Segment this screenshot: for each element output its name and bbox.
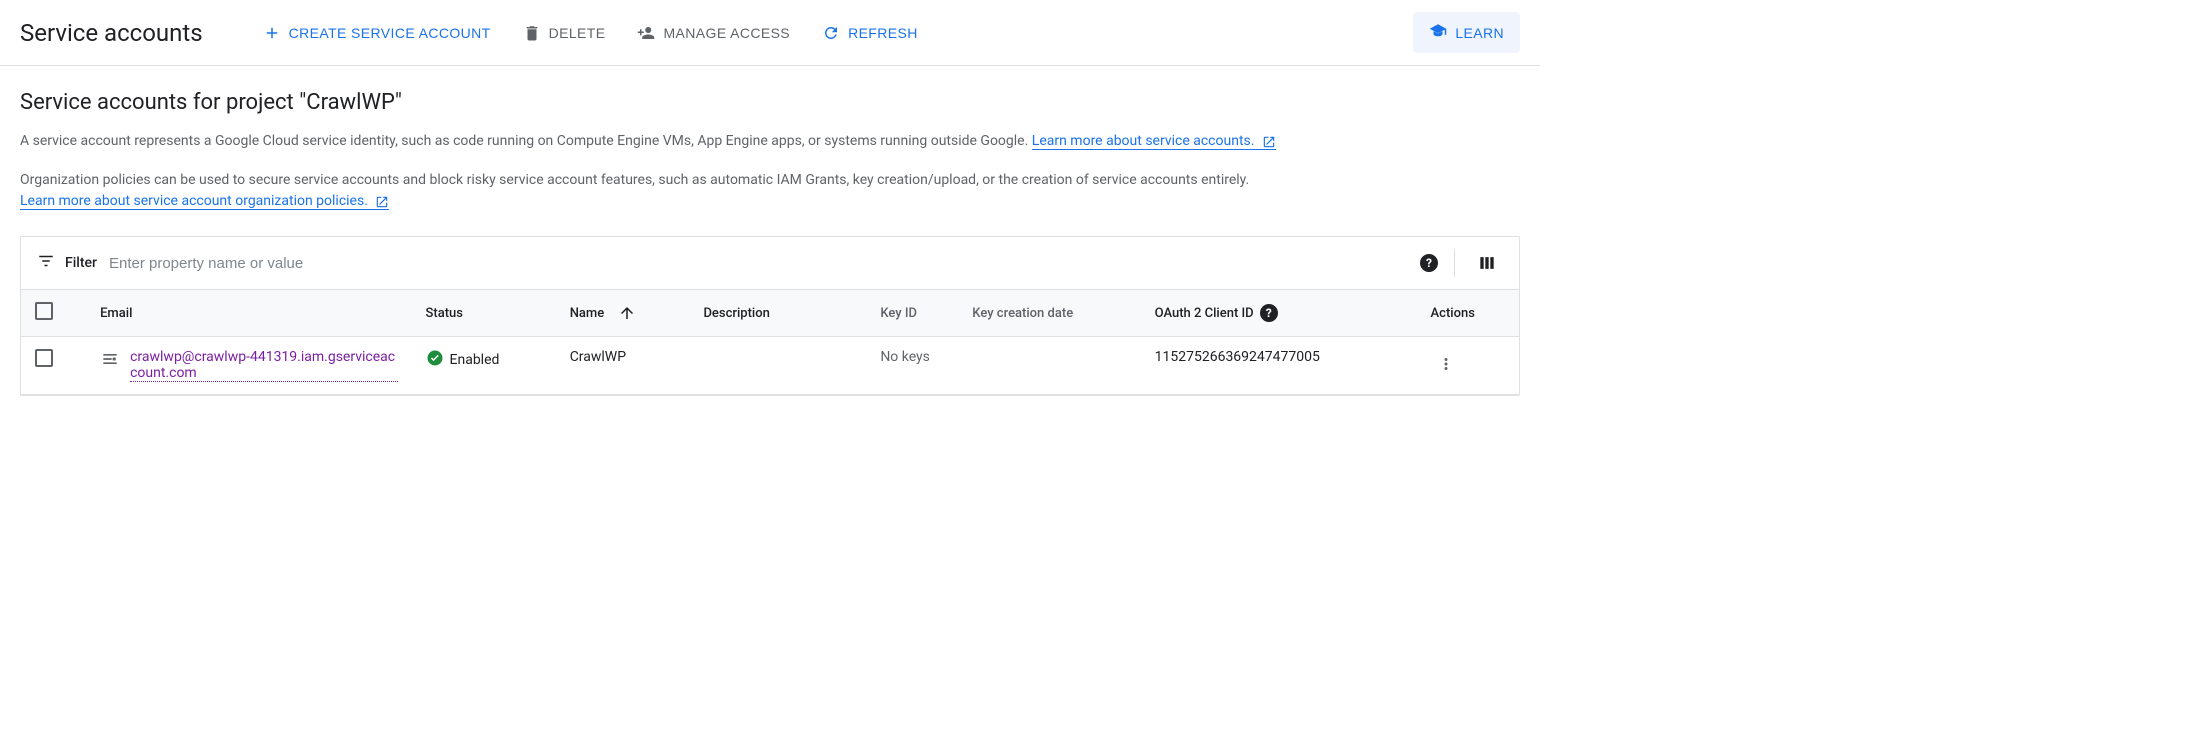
table-header-row: Email Status Name Description Key ID Key… <box>21 290 1519 337</box>
header-email[interactable]: Email <box>86 290 411 337</box>
learn-more-service-accounts-link[interactable]: Learn more about service accounts. <box>1032 133 1276 150</box>
row-description-cell <box>689 337 866 395</box>
manage-label: MANAGE ACCESS <box>663 25 790 41</box>
refresh-button[interactable]: REFRESH <box>810 16 930 50</box>
row-status-cell: Enabled <box>412 337 556 395</box>
header-oauth[interactable]: OAuth 2 Client ID ? <box>1141 290 1417 337</box>
row-keydate-cell <box>958 337 1140 395</box>
header-actions: Actions <box>1417 290 1519 337</box>
select-all-checkbox[interactable] <box>35 302 53 320</box>
header-name[interactable]: Name <box>556 290 690 337</box>
service-account-email-link[interactable]: crawlwp@crawlwp-441319.iam.gserviceaccou… <box>130 349 397 382</box>
description-2: Organization policies can be used to sec… <box>20 170 1500 212</box>
create-service-account-button[interactable]: CREATE SERVICE ACCOUNT <box>251 16 503 50</box>
row-actions-cell <box>1417 337 1519 395</box>
service-accounts-table: Email Status Name Description Key ID Key… <box>21 289 1519 395</box>
create-label: CREATE SERVICE ACCOUNT <box>289 25 491 41</box>
help-icon[interactable]: ? <box>1260 304 1278 322</box>
filter-bar: Filter ? <box>21 237 1519 289</box>
header-description[interactable]: Description <box>689 290 866 337</box>
page-title: Service accounts <box>20 19 203 47</box>
table-container: Filter ? Email Status <box>20 236 1520 396</box>
check-circle-icon <box>426 349 444 371</box>
person-add-icon <box>637 24 655 42</box>
header-checkbox-col <box>21 290 86 337</box>
row-checkbox[interactable] <box>35 349 53 367</box>
delete-label: DELETE <box>549 25 606 41</box>
status-text: Enabled <box>450 352 500 368</box>
filter-label: Filter <box>37 252 97 274</box>
desc1-text: A service account represents a Google Cl… <box>20 133 1032 149</box>
external-link-icon <box>375 195 389 209</box>
graduation-cap-icon <box>1429 22 1447 43</box>
description-1: A service account represents a Google Cl… <box>20 131 1500 152</box>
learn-label: LEARN <box>1455 25 1504 41</box>
row-checkbox-cell <box>21 337 86 395</box>
filter-actions: ? <box>1420 247 1503 279</box>
filter-input[interactable] <box>109 251 1408 276</box>
refresh-icon <box>822 24 840 42</box>
filter-icon <box>37 252 55 274</box>
header-status[interactable]: Status <box>412 290 556 337</box>
content-area: Service accounts for project "CrawlWP" A… <box>0 66 1540 420</box>
header-keydate[interactable]: Key creation date <box>958 290 1140 337</box>
toolbar-header: Service accounts CREATE SERVICE ACCOUNT … <box>0 0 1540 66</box>
desc2-text: Organization policies can be used to sec… <box>20 172 1249 188</box>
row-email-cell: crawlwp@crawlwp-441319.iam.gserviceaccou… <box>86 337 411 395</box>
learn-more-org-policies-link[interactable]: Learn more about service account organiz… <box>20 193 389 210</box>
delete-button[interactable]: DELETE <box>511 16 618 50</box>
row-oauth-cell: 115275266369247477005 <box>1141 337 1417 395</box>
sort-ascending-icon <box>618 304 636 322</box>
column-display-button[interactable] <box>1471 247 1503 279</box>
external-link-icon <box>1262 135 1276 149</box>
header-oauth-text: OAuth 2 Client ID <box>1155 306 1254 321</box>
header-name-text: Name <box>570 306 605 321</box>
link2-text: Learn more about service account organiz… <box>20 193 368 209</box>
trash-icon <box>523 24 541 42</box>
row-keyid-cell: No keys <box>866 337 958 395</box>
refresh-label: REFRESH <box>848 25 918 41</box>
content-subtitle: Service accounts for project "CrawlWP" <box>20 90 1520 115</box>
service-account-icon <box>100 349 120 373</box>
header-keyid[interactable]: Key ID <box>866 290 958 337</box>
manage-access-button[interactable]: MANAGE ACCESS <box>625 16 802 50</box>
filter-label-text: Filter <box>65 255 97 271</box>
help-icon[interactable]: ? <box>1420 254 1438 272</box>
row-name-cell: CrawlWP <box>556 337 690 395</box>
row-actions-menu-button[interactable] <box>1431 349 1461 379</box>
learn-button[interactable]: LEARN <box>1413 12 1520 53</box>
link1-text: Learn more about service accounts. <box>1032 133 1255 149</box>
plus-icon <box>263 24 281 42</box>
divider <box>1454 249 1455 277</box>
table-row: crawlwp@crawlwp-441319.iam.gserviceaccou… <box>21 337 1519 395</box>
